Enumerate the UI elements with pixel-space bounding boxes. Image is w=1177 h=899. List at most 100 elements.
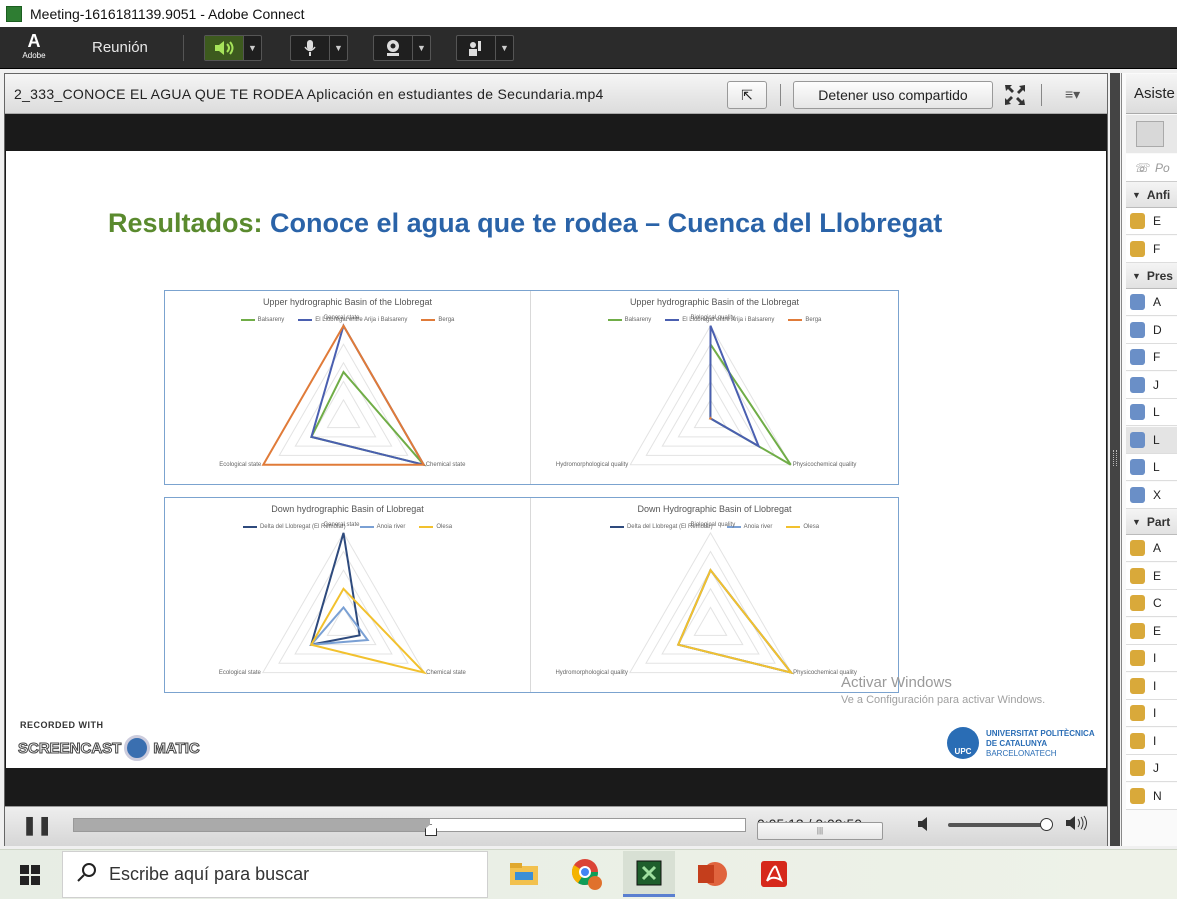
user-avatar-icon <box>1130 732 1145 749</box>
raise-hand-button[interactable]: ▼ <box>456 35 514 61</box>
attendee-name: L <box>1153 460 1160 474</box>
legend-item: Olesa <box>786 524 819 530</box>
chevron-down-icon[interactable]: ▼ <box>495 36 513 60</box>
attendee-row[interactable]: L <box>1126 454 1177 481</box>
attendees-phone-row[interactable]: ☏ Po <box>1126 154 1177 182</box>
sync-button[interactable]: ⇱ <box>727 81 767 109</box>
microphone-icon <box>291 36 329 60</box>
attendee-row[interactable]: I <box>1126 672 1177 700</box>
legend-label: Berga <box>438 317 455 323</box>
slide-title-prefix: Resultados: <box>108 208 263 238</box>
chevron-down-icon[interactable]: ▼ <box>329 36 347 60</box>
pause-button[interactable]: ❚❚ <box>22 815 52 836</box>
attendee-row[interactable]: F <box>1126 344 1177 371</box>
chevron-down-icon[interactable]: ▼ <box>243 36 261 60</box>
fullscreen-button[interactable] <box>1003 83 1027 107</box>
radar-chart-down-state: Down hydrographic Basin of Llobregat Delt… <box>165 498 530 692</box>
attendee-row[interactable]: I <box>1126 727 1177 755</box>
pod-divider <box>780 84 781 106</box>
legend-item: Berga <box>788 317 821 323</box>
list-view-icon[interactable] <box>1136 121 1164 147</box>
seek-bar-fill <box>74 819 430 831</box>
attendee-row[interactable]: E <box>1126 562 1177 590</box>
attendees-view-toolbar <box>1126 115 1177 153</box>
taskbar-acrobat[interactable] <box>748 851 800 897</box>
fullscreen-icon <box>1005 85 1025 105</box>
user-avatar-icon <box>1130 459 1145 475</box>
stop-sharing-button[interactable]: Detener uso compartido <box>793 81 993 109</box>
windows-start-button[interactable] <box>20 865 40 890</box>
attendee-name: E <box>1153 568 1162 583</box>
attendee-section-header[interactable]: ▼ Part <box>1126 509 1177 535</box>
acrobat-icon <box>761 861 787 887</box>
shared-file-title: 2_333_CONOCE EL AGUA QUE TE RODEA Aplica… <box>14 86 604 102</box>
taskbar-file-explorer[interactable] <box>498 851 550 897</box>
user-avatar-icon <box>1130 213 1145 229</box>
speaker-button[interactable]: ▼ <box>204 35 262 61</box>
seek-bar[interactable] <box>73 818 746 836</box>
volume-high-icon[interactable] <box>1065 815 1087 836</box>
chevron-down-icon[interactable]: ▼ <box>412 36 430 60</box>
legend-swatch <box>609 526 624 528</box>
user-avatar-icon <box>1130 595 1145 611</box>
taskbar-search-box[interactable]: Escribe aquí para buscar <box>62 851 488 898</box>
attendee-name: X <box>1153 487 1162 502</box>
attendee-name: I <box>1153 733 1157 748</box>
collapse-arrow-icon: ▼ <box>1132 189 1141 200</box>
attendee-row[interactable]: A <box>1126 289 1177 316</box>
upc-logo-text: UNIVERSITAT POLITÈCNICA DE CATALUNYA BAR… <box>986 729 1095 759</box>
attendee-row[interactable]: I <box>1126 700 1177 727</box>
cursor-sync-icon: ⇱ <box>741 86 753 103</box>
attendee-row[interactable]: C <box>1126 590 1177 617</box>
taskbar-powerpoint[interactable] <box>686 851 738 897</box>
volume-low-icon[interactable] <box>917 816 931 837</box>
attendee-name: D <box>1153 322 1162 337</box>
pod-options-menu-icon[interactable]: ≡▾ <box>1065 86 1080 103</box>
taskbar-search-placeholder: Escribe aquí para buscar <box>109 864 310 884</box>
screencast-matic-watermark: SCREENCAST MATIC <box>17 735 200 761</box>
attendee-section-header[interactable]: ▼ Pres <box>1126 263 1177 289</box>
attendee-name: L <box>1153 405 1160 419</box>
attendee-row[interactable]: F <box>1126 235 1177 263</box>
window-title-bar: Meeting-1616181139.9051 - Adobe Connect <box>0 0 1177 27</box>
meeting-menu[interactable]: Reunión <box>92 39 148 56</box>
microphone-button[interactable]: ▼ <box>290 35 348 61</box>
powerpoint-icon <box>698 862 727 886</box>
attendee-row[interactable]: A <box>1126 535 1177 562</box>
slide-title-main: Conoce el agua que te rodea – Cuenca del… <box>270 208 943 238</box>
radar-axis-label: Hydromorphological quality <box>555 461 629 468</box>
attendee-section-header[interactable]: ▼ Anfi <box>1126 182 1177 208</box>
attendee-row[interactable]: J <box>1126 755 1177 782</box>
adobe-connect-app-icon <box>6 5 22 22</box>
taskbar-chrome[interactable] <box>561 851 613 897</box>
radar-series-line <box>676 568 794 675</box>
taskbar-adobe-connect[interactable] <box>623 851 675 897</box>
upc-line1: UNIVERSITAT POLITÈCNICA <box>986 729 1095 738</box>
attendee-row[interactable]: E <box>1126 617 1177 645</box>
volume-handle[interactable] <box>1040 818 1053 831</box>
attendee-row[interactable]: X <box>1126 481 1177 509</box>
attendee-name: E <box>1153 623 1162 638</box>
adobe-a-icon: A <box>27 31 41 51</box>
time-scrubber-grip[interactable]: ||| <box>757 822 883 840</box>
attendee-row[interactable]: L <box>1126 426 1177 454</box>
chrome-icon <box>571 859 602 890</box>
user-avatar-icon <box>1130 294 1145 310</box>
attendee-row[interactable]: I <box>1126 645 1177 672</box>
legend-swatch <box>665 319 680 321</box>
attendee-row[interactable]: D <box>1126 316 1177 344</box>
user-avatar-icon <box>1130 376 1145 393</box>
windows-logo-icon <box>20 865 40 885</box>
attendee-name: C <box>1153 596 1162 610</box>
radar-chart-down-quality: Down Hydrographic Basin of Llobregat Delt… <box>531 498 898 692</box>
attendee-row[interactable]: N <box>1126 782 1177 810</box>
user-avatar-icon <box>1130 760 1145 776</box>
volume-slider[interactable] <box>948 818 1053 831</box>
webcam-button[interactable]: ▼ <box>373 35 431 61</box>
attendee-row[interactable]: E <box>1126 208 1177 235</box>
attendee-row[interactable]: J <box>1126 371 1177 399</box>
radar-grid-ring <box>310 380 377 438</box>
radar-chart-upper-state: Upper hydrographic Basin of the Llobrega… <box>165 291 530 484</box>
legend-item: Balsareny <box>240 317 284 323</box>
attendee-row[interactable]: L <box>1126 399 1177 426</box>
